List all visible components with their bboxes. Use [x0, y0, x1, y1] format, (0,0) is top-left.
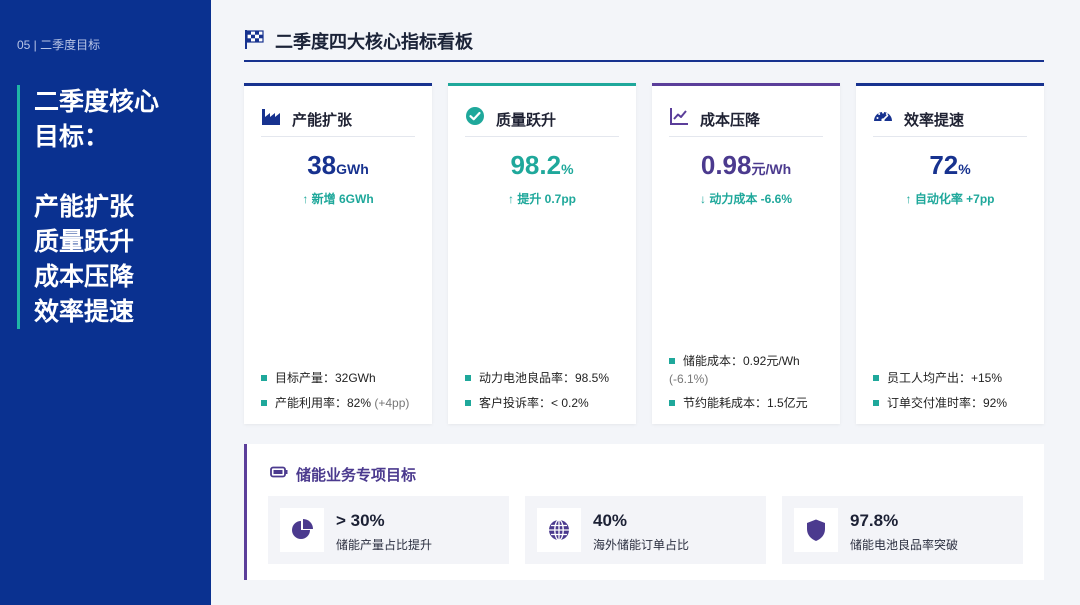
kpi-value: 38GWh: [244, 150, 432, 181]
storage-value: 97.8%: [850, 511, 899, 530]
globe-icon: [549, 519, 569, 541]
bullet-square-icon: [465, 374, 471, 381]
bullet-item: 订单交付准时率：92%: [873, 394, 1033, 412]
kpi-card-efficiency: 效率提速 72% ↑ 自动化率 +7pp 员工人均产出：+15% 订单交付准时率…: [856, 83, 1044, 424]
kpi-delta: ↑ 自动化率 +7pp: [905, 192, 995, 206]
bullet-square-icon: [873, 399, 879, 406]
left-summary: 二季度核心 目标： 产能扩张 质量跃升 成本压降 效率提速: [17, 85, 197, 329]
factory-icon: [262, 109, 280, 125]
left-goal-2: 质量跃升: [34, 228, 135, 256]
page-title: 二季度四大核心指标看板: [275, 32, 473, 52]
card-title: 质量跃升: [496, 112, 557, 129]
kpi-card-capacity: 产能扩张 38GWh ↑ 新增 6GWh 目标产量：32GWh 产能利用率：82…: [244, 83, 432, 424]
section-title: 储能业务专项目标: [296, 467, 417, 484]
kpi-delta: ↑ 新增 6GWh: [302, 192, 374, 206]
left-title-line-2: 目标：: [34, 123, 110, 151]
card-header: 产能扩张: [261, 106, 415, 137]
kpi-unit: 元/Wh: [751, 161, 792, 177]
card-header: 质量跃升: [465, 106, 619, 137]
storage-item: 40% 海外储能订单占比: [525, 496, 766, 564]
card-title: 成本压降: [700, 112, 761, 129]
left-goal-4: 效率提速: [34, 298, 135, 326]
kpi-number: 72: [929, 150, 959, 180]
kpi-unit: %: [561, 161, 574, 177]
bullet-square-icon: [261, 399, 267, 406]
storage-label: 储能产量占比提升: [336, 538, 433, 552]
card-header: 效率提速: [873, 106, 1027, 137]
battery-icon: [270, 466, 288, 478]
gauge-icon: [874, 111, 892, 122]
bullet-item: 产能利用率：82% (+4pp): [261, 394, 421, 412]
bullet-item: 节约能耗成本：1.5亿元: [669, 394, 829, 412]
bullet-item: 动力电池良品率：98.5%: [465, 369, 625, 387]
bullet-item: 员工人均产出：+15%: [873, 369, 1033, 387]
shield-icon: [807, 519, 825, 541]
left-goal-3: 成本压降: [34, 263, 135, 291]
storage-goals-section: 储能业务专项目标 > 30% 储能产量占比提升 40% 海外储能订单占比 97.…: [244, 444, 1044, 580]
checkered-flag-icon: [245, 30, 264, 49]
kpi-card-quality: 质量跃升 98.2% ↑ 提升 0.7pp 动力电池良品率：98.5% 客户投诉…: [448, 83, 636, 424]
line-chart-icon: [670, 108, 688, 125]
kpi-delta: ↓ 动力成本 -6.6%: [699, 192, 793, 206]
bullet-item: 目标产量：32GWh: [261, 369, 421, 387]
bullet-item: 储能成本：0.92元/Wh (-6.1%): [669, 354, 800, 386]
storage-item: > 30% 储能产量占比提升: [268, 496, 509, 564]
kpi-value: 0.98元/Wh: [652, 150, 840, 181]
page-header: 二季度四大核心指标看板: [244, 25, 1044, 62]
left-panel: 05 | 二季度目标 二季度核心 目标： 产能扩张 质量跃升 成本压降 效率提速: [0, 0, 211, 605]
storage-label: 海外储能订单占比: [593, 538, 690, 552]
kpi-value: 72%: [856, 150, 1044, 181]
kpi-number: 0.98: [700, 150, 752, 180]
left-title-line-1: 二季度核心: [34, 88, 160, 116]
bullet-square-icon: [873, 374, 879, 381]
storage-item: 97.8% 储能电池良品率突破: [782, 496, 1023, 564]
check-circle-icon: [466, 107, 484, 125]
kpi-number: 38: [307, 150, 337, 180]
storage-label: 储能电池良品率突破: [850, 538, 959, 552]
kpi-unit: GWh: [336, 161, 369, 177]
kpi-card-cost: 成本压降 0.98元/Wh ↓ 动力成本 -6.6% 储能成本：0.92元/Wh…: [652, 83, 840, 424]
pie-chart-icon: [292, 519, 313, 539]
bullet-square-icon: [261, 374, 267, 381]
storage-value: > 30%: [336, 511, 385, 530]
storage-value: 40%: [593, 511, 628, 530]
kpi-delta: ↑ 提升 0.7pp: [507, 192, 576, 206]
bullet-square-icon: [669, 357, 675, 364]
bullet-square-icon: [465, 399, 471, 406]
card-title: 效率提速: [904, 112, 965, 129]
kpi-unit: %: [958, 161, 971, 177]
left-goal-1: 产能扩张: [34, 193, 135, 221]
card-title: 产能扩张: [292, 112, 353, 129]
card-header: 成本压降: [669, 106, 823, 137]
breadcrumb: 05 | 二季度目标: [17, 38, 101, 52]
kpi-number: 98.2: [510, 150, 562, 180]
kpi-value: 98.2%: [448, 150, 636, 181]
bullet-item: 客户投诉率：< 0.2%: [465, 394, 625, 412]
bullet-square-icon: [669, 399, 675, 406]
